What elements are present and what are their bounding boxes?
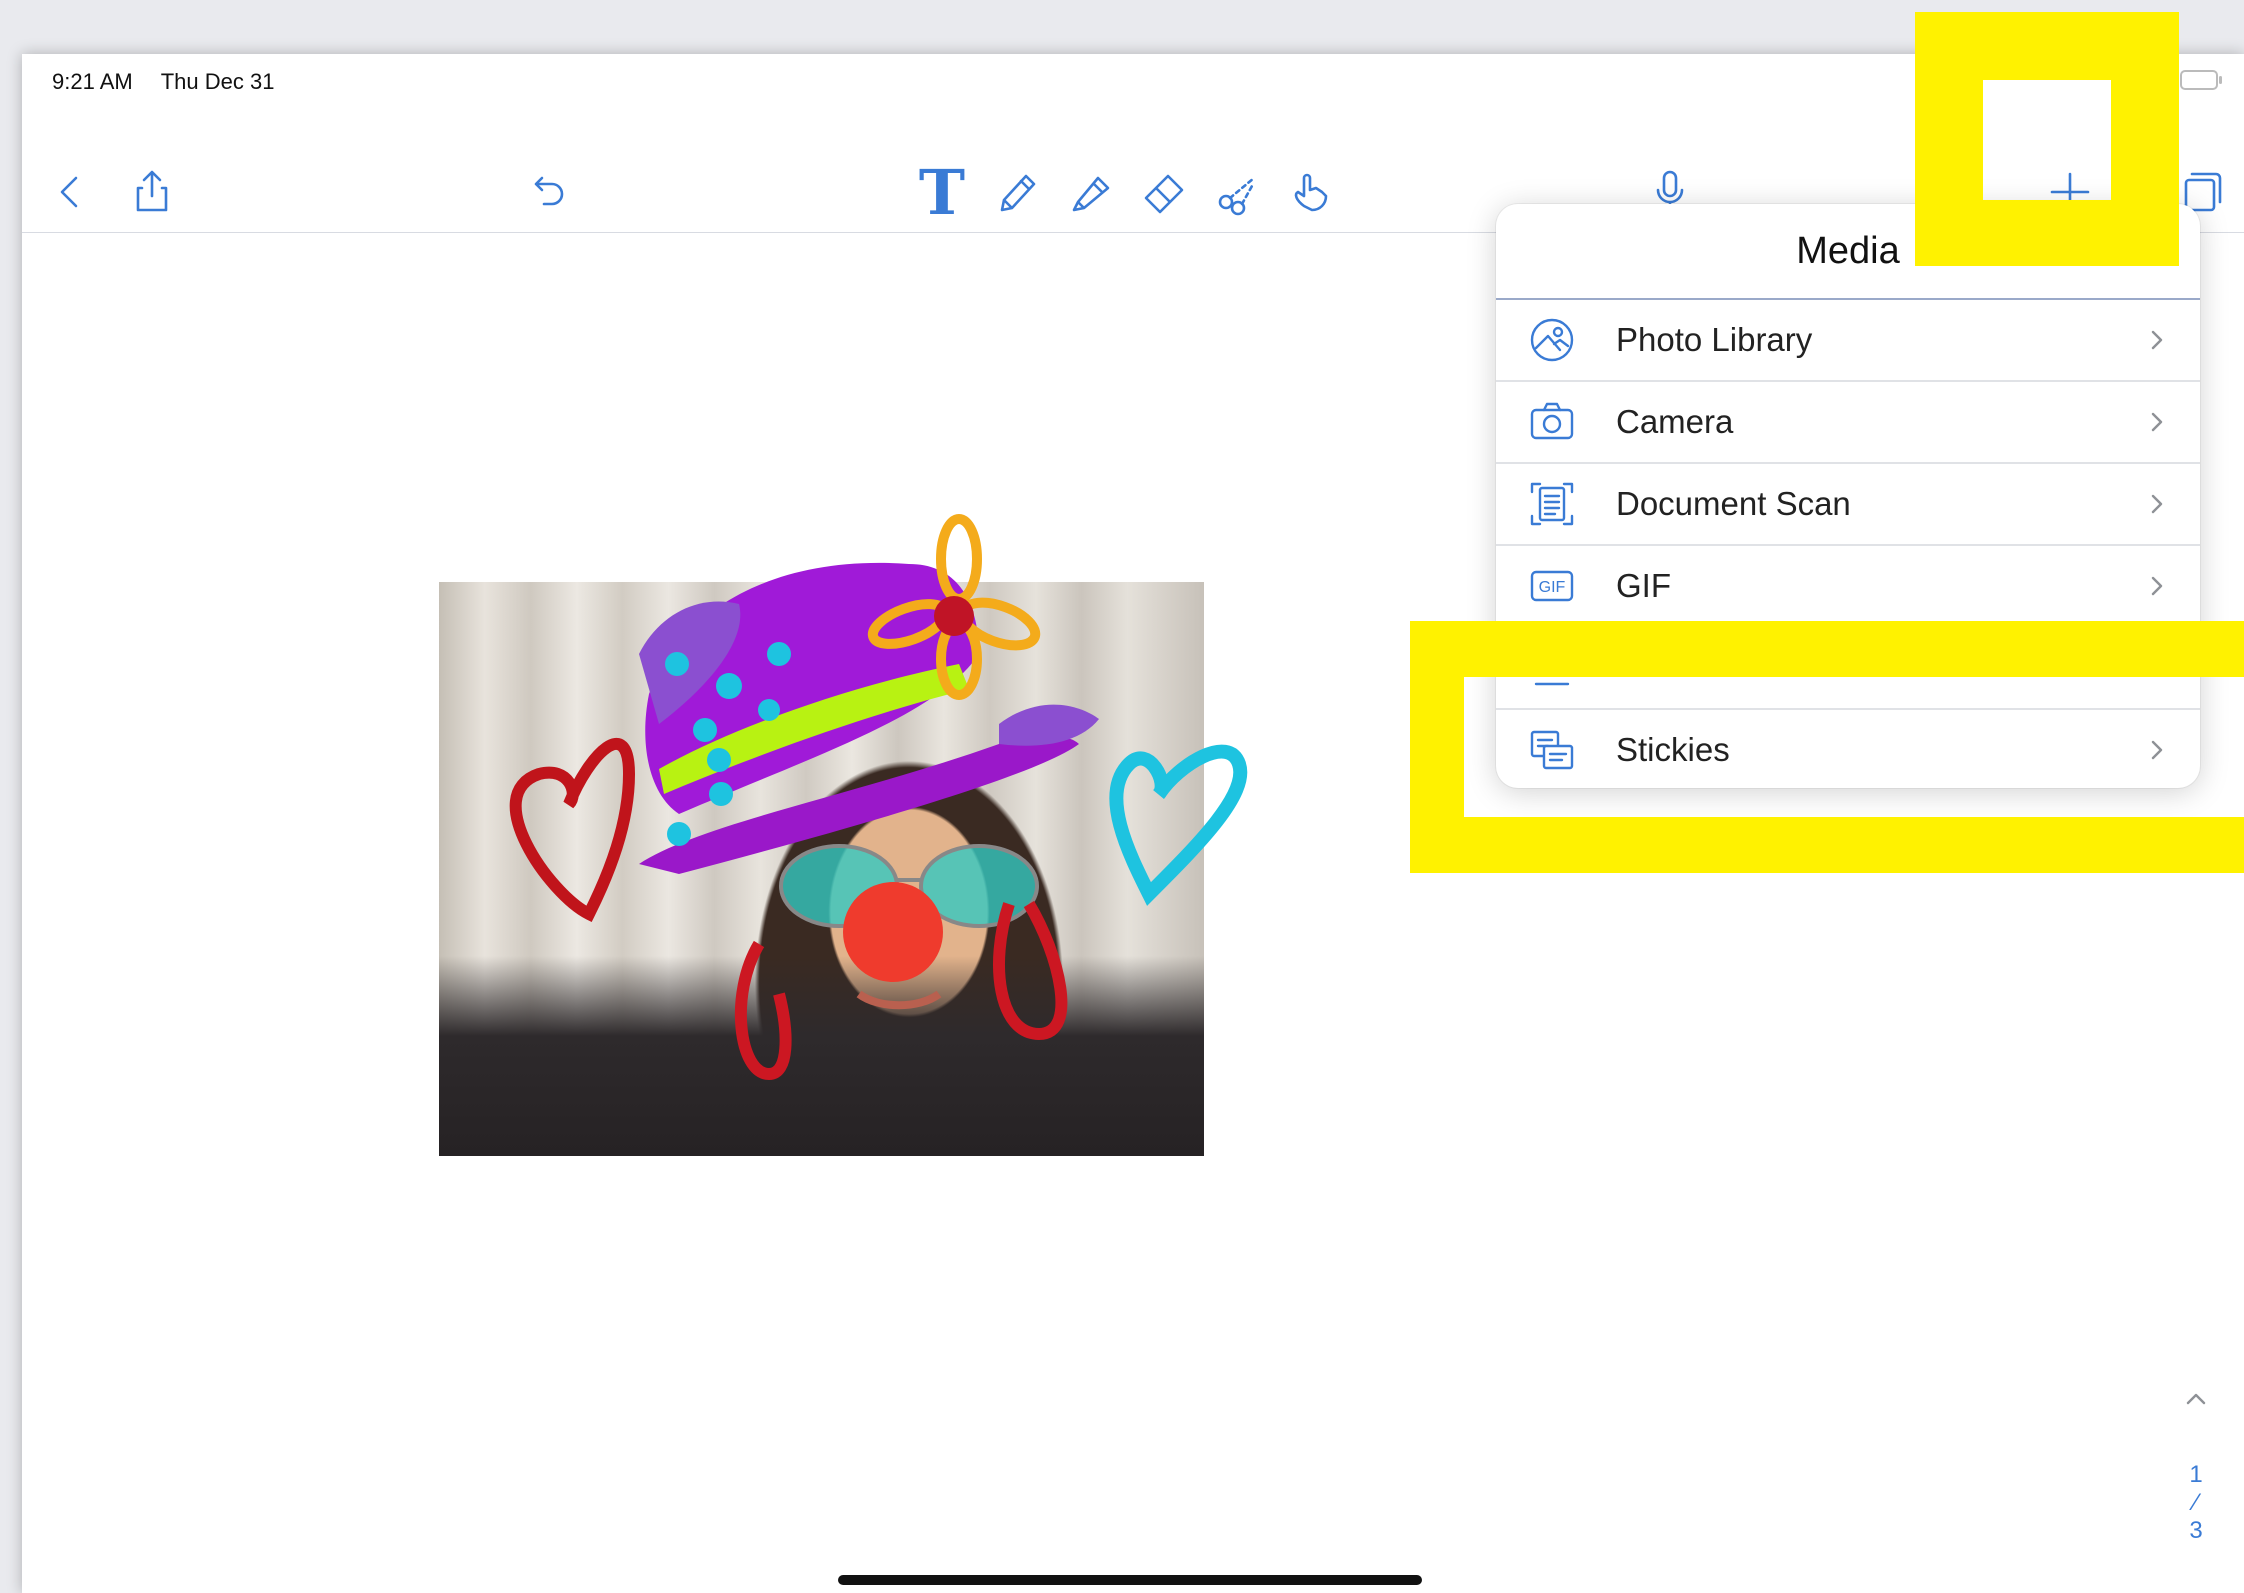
partially-hidden-icon bbox=[1526, 642, 1578, 694]
pen-icon bbox=[1000, 174, 1036, 212]
red-heart-stroke bbox=[509, 738, 636, 923]
page-indicator: 1 ⁄ 3 bbox=[2176, 1384, 2216, 1593]
stickies-icon bbox=[1526, 724, 1578, 776]
camera-icon bbox=[1526, 396, 1578, 448]
page-separator: ⁄ bbox=[2193, 1489, 2198, 1516]
text-tool-icon: T bbox=[918, 155, 966, 229]
hat-flower-center bbox=[934, 596, 974, 636]
status-time: 9:21 AM bbox=[52, 69, 133, 94]
media-popover: Media Photo Library Camera Document Scan bbox=[1496, 204, 2200, 788]
hat-brim-shade-stroke bbox=[999, 704, 1099, 746]
lasso-tool-button[interactable] bbox=[1208, 162, 1268, 222]
hand-pointer-icon bbox=[1294, 173, 1328, 212]
back-button[interactable] bbox=[40, 162, 100, 222]
cyan-heart-stroke bbox=[1109, 744, 1248, 906]
eraser-icon bbox=[1144, 174, 1184, 214]
chevron-right-icon bbox=[2142, 489, 2172, 519]
menu-item-stickies[interactable]: Stickies bbox=[1496, 710, 2200, 788]
back-icon bbox=[60, 176, 78, 208]
menu-label: GIF bbox=[1616, 567, 1671, 604]
menu-item-camera[interactable]: Camera bbox=[1496, 382, 2200, 464]
ipad-screen: 9:21 AM Thu Dec 31 T Media Photo Library… bbox=[22, 54, 2244, 1593]
menu-label: Camera bbox=[1616, 403, 1734, 440]
menu-item-photo-library[interactable]: Photo Library bbox=[1496, 300, 2200, 382]
menu-label: Photo Library bbox=[1616, 321, 1813, 358]
page-down-button[interactable] bbox=[2181, 1585, 2211, 1593]
popover-title: Media bbox=[1496, 204, 2200, 300]
chevron-down-icon bbox=[2181, 1585, 2211, 1593]
share-button[interactable] bbox=[122, 162, 182, 222]
current-page: 1 bbox=[2189, 1461, 2203, 1488]
status-bar: 9:21 AM Thu Dec 31 bbox=[52, 62, 274, 102]
highlighter-tool-button[interactable] bbox=[1060, 162, 1120, 222]
photo-library-icon bbox=[1526, 314, 1578, 366]
share-icon bbox=[136, 170, 168, 212]
total-pages: 3 bbox=[2189, 1517, 2203, 1544]
svg-text:GIF: GIF bbox=[1539, 579, 1566, 596]
page-up-button[interactable] bbox=[2181, 1384, 2211, 1421]
menu-item-gif[interactable]: GIF GIF bbox=[1496, 546, 2200, 628]
lips bbox=[856, 990, 942, 1010]
right-earring-stroke bbox=[993, 900, 1068, 1041]
highlighter-icon bbox=[1072, 176, 1110, 212]
scissors-icon bbox=[1218, 176, 1256, 216]
chevron-right-icon bbox=[2142, 735, 2172, 765]
ink-drawing[interactable] bbox=[439, 494, 1259, 1214]
clown-nose-stroke bbox=[843, 882, 943, 982]
undo-icon bbox=[534, 176, 564, 206]
status-date: Thu Dec 31 bbox=[160, 69, 275, 94]
menu-label: Document Scan bbox=[1616, 485, 1851, 522]
undo-button[interactable] bbox=[518, 162, 578, 222]
chevron-right-icon bbox=[2142, 407, 2172, 437]
eraser-tool-button[interactable] bbox=[1134, 162, 1194, 222]
menu-label: Stickies bbox=[1616, 731, 1730, 768]
chevron-right-icon bbox=[2142, 325, 2172, 355]
menu-item-document-scan[interactable]: Document Scan bbox=[1496, 464, 2200, 546]
pen-tool-button[interactable] bbox=[986, 162, 1046, 222]
left-earring-stroke bbox=[734, 940, 792, 1081]
chevron-up-icon bbox=[2186, 1393, 2206, 1405]
menu-item-hidden[interactable] bbox=[1496, 628, 2200, 710]
battery-icon bbox=[2180, 70, 2222, 90]
home-indicator[interactable] bbox=[838, 1575, 1422, 1585]
document-scan-icon bbox=[1526, 478, 1578, 530]
text-tool-button[interactable]: T bbox=[912, 156, 972, 229]
chevron-right-icon bbox=[2142, 571, 2172, 601]
pointer-tool-button[interactable] bbox=[1280, 162, 1340, 222]
gif-icon: GIF bbox=[1526, 560, 1578, 612]
